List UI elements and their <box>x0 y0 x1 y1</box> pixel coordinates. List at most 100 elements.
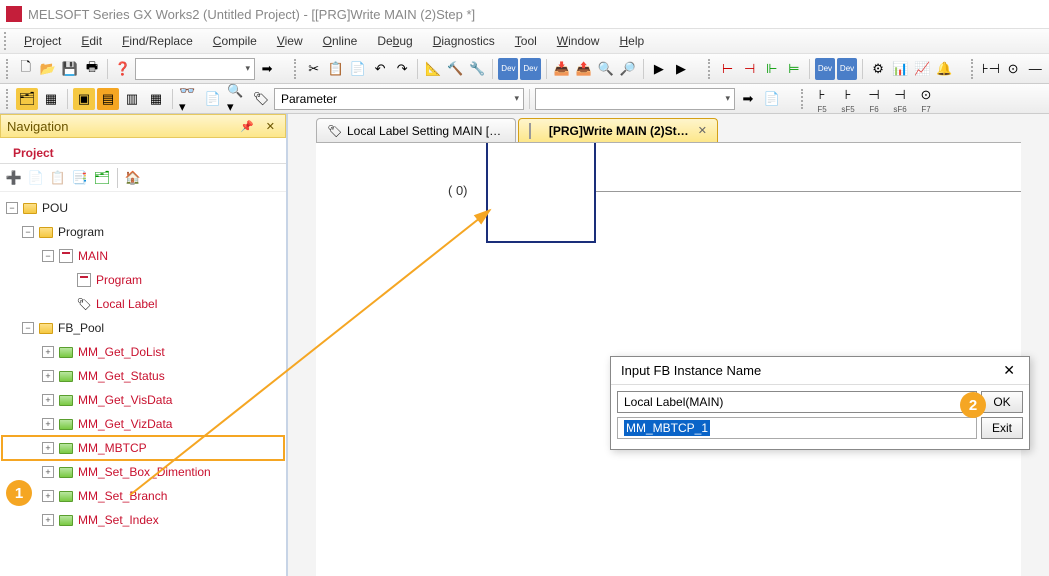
nav-btn4-icon[interactable]: 📑 <box>70 168 90 188</box>
dev1-icon[interactable]: Dev <box>498 58 518 80</box>
print-icon[interactable]: 🖶 <box>82 58 102 80</box>
win-btn1[interactable]: ▣ <box>73 88 95 110</box>
tree-node-mm-set-boxdim[interactable]: + MM_Set_Box_Dimention <box>2 460 284 484</box>
write-icon[interactable]: 📥 <box>551 58 571 80</box>
paste-icon[interactable]: 📄 <box>348 58 368 80</box>
pin-icon[interactable]: 📌 <box>236 120 258 133</box>
expand-icon[interactable]: + <box>42 490 54 502</box>
coil-icon[interactable]: ⊙ <box>1003 58 1023 80</box>
undo-icon[interactable]: ↶ <box>370 58 390 80</box>
ladder2-icon[interactable]: ⊣ <box>740 58 760 80</box>
goto-icon[interactable]: ➡ <box>737 88 759 110</box>
monitor-icon[interactable]: ▶ <box>649 58 669 80</box>
expand-icon[interactable]: + <box>42 346 54 358</box>
tree-node-mm-get-vizdata[interactable]: + MM_Get_VizData <box>2 412 284 436</box>
ladder4-icon[interactable]: ⊨ <box>784 58 804 80</box>
ladder1-icon[interactable]: ⊢ <box>718 58 738 80</box>
help-combo[interactable] <box>135 58 255 80</box>
nav-btn5-icon[interactable]: 🗂 <box>92 168 112 188</box>
redo-icon[interactable]: ↷ <box>392 58 412 80</box>
nav-btn3-icon[interactable]: 📋 <box>48 168 68 188</box>
view-btn3[interactable]: 🔍▾ <box>226 88 248 110</box>
menu-tool[interactable]: Tool <box>505 30 547 52</box>
exit-button[interactable]: Exit <box>981 417 1023 439</box>
tree-node-program[interactable]: Program <box>2 268 284 292</box>
tree-node-mm-set-branch[interactable]: + MM_Set_Branch <box>2 484 284 508</box>
tree-node-program-group[interactable]: − Program <box>2 220 284 244</box>
option2-icon[interactable]: 📊 <box>890 58 910 80</box>
go-icon[interactable]: ➡ <box>257 58 277 80</box>
menu-view[interactable]: View <box>267 30 313 52</box>
scope-combo[interactable]: Local Label(MAIN) <box>617 391 977 413</box>
dev4-icon[interactable]: Dev <box>837 58 857 80</box>
view-glasses-icon[interactable]: 👓▾ <box>178 88 200 110</box>
tree-btn2[interactable]: ▦ <box>40 88 62 110</box>
second-combo[interactable] <box>535 88 735 110</box>
open-icon[interactable]: 📂 <box>38 58 58 80</box>
collapse-icon[interactable]: − <box>22 226 34 238</box>
nav-btn2-icon[interactable]: 📄 <box>26 168 46 188</box>
zoom-icon[interactable]: 🔎 <box>618 58 638 80</box>
menu-edit[interactable]: Edit <box>71 30 112 52</box>
tree-node-main[interactable]: − MAIN <box>2 244 284 268</box>
f6-icon[interactable]: ⊣ <box>863 84 885 106</box>
menu-online[interactable]: Online <box>313 30 368 52</box>
tree-node-mm-get-status[interactable]: + MM_Get_Status <box>2 364 284 388</box>
menu-compile[interactable]: Compile <box>203 30 267 52</box>
view-btn4[interactable]: 🏷 <box>250 88 272 110</box>
view-btn2[interactable]: 📄 <box>202 88 224 110</box>
expand-icon[interactable]: + <box>42 442 54 454</box>
tree-node-local-label[interactable]: 🏷 Local Label <box>2 292 284 316</box>
line-icon[interactable]: — <box>1025 58 1045 80</box>
sf6-icon[interactable]: ⊣ <box>889 84 911 106</box>
copy-icon[interactable]: 📋 <box>326 58 346 80</box>
doc-icon[interactable]: 📄 <box>761 88 783 110</box>
option1-icon[interactable]: ⚙ <box>868 58 888 80</box>
f7-icon[interactable]: ⊙ <box>915 84 937 106</box>
nav-new-icon[interactable]: ➕ <box>4 168 24 188</box>
buildall-icon[interactable]: 🔧 <box>467 58 487 80</box>
sf5-icon[interactable]: ⊦ <box>837 84 859 106</box>
expand-icon[interactable]: + <box>42 466 54 478</box>
tree-node-mm-get-dolist[interactable]: + MM_Get_DoList <box>2 340 284 364</box>
nav-collapse-icon[interactable]: 🏠 <box>123 168 143 188</box>
menu-help[interactable]: Help <box>609 30 654 52</box>
close-icon[interactable]: ✕ <box>262 120 279 133</box>
dev3-icon[interactable]: Dev <box>815 58 835 80</box>
f5-icon[interactable]: ⊦ <box>811 84 833 106</box>
help-icon[interactable]: ❓ <box>113 58 133 80</box>
tab-prg-write-main[interactable]: [PRG]Write MAIN (2)Ste... ✕ <box>518 118 718 142</box>
menu-diagnostics[interactable]: Diagnostics <box>423 30 505 52</box>
expand-icon[interactable]: + <box>42 394 54 406</box>
collapse-icon[interactable]: − <box>22 322 34 334</box>
cut-icon[interactable]: ✂ <box>304 58 324 80</box>
collapse-icon[interactable]: − <box>42 250 54 262</box>
tree-node-fb-pool[interactable]: − FB_Pool <box>2 316 284 340</box>
win-btn3[interactable]: ▥ <box>121 88 143 110</box>
win-btn4[interactable]: ▦ <box>145 88 167 110</box>
monitor2-icon[interactable]: ▶ <box>671 58 691 80</box>
read-icon[interactable]: 📤 <box>574 58 594 80</box>
dev2-icon[interactable]: Dev <box>520 58 540 80</box>
tree-node-pou[interactable]: − POU <box>2 196 284 220</box>
instance-name-input[interactable]: MM_MBTCP_1 <box>617 417 977 439</box>
option3-icon[interactable]: 📈 <box>912 58 932 80</box>
tree-node-mm-get-visdata[interactable]: + MM_Get_VisData <box>2 388 284 412</box>
close-icon[interactable]: ✕ <box>698 124 707 137</box>
convert-icon[interactable]: 📐 <box>423 58 443 80</box>
parameter-combo[interactable]: Parameter <box>274 88 524 110</box>
option4-icon[interactable]: 🔔 <box>934 58 954 80</box>
menu-debug[interactable]: Debug <box>367 30 422 52</box>
contact-icon[interactable]: ⊦⊣ <box>981 58 1001 80</box>
new-icon[interactable]: 🗋 <box>16 58 36 80</box>
win-btn2[interactable]: ▤ <box>97 88 119 110</box>
tree-node-mm-mbtcp[interactable]: + MM_MBTCP <box>2 436 284 460</box>
collapse-icon[interactable]: − <box>6 202 18 214</box>
menu-find[interactable]: Find/Replace <box>112 30 203 52</box>
expand-icon[interactable]: + <box>42 370 54 382</box>
tab-local-label-setting[interactable]: 🏷 Local Label Setting MAIN [PR... <box>316 118 516 142</box>
tree-node-mm-set-index[interactable]: + MM_Set_Index <box>2 508 284 532</box>
ok-button[interactable]: OK <box>981 391 1023 413</box>
ladder3-icon[interactable]: ⊩ <box>762 58 782 80</box>
build-icon[interactable]: 🔨 <box>445 58 465 80</box>
